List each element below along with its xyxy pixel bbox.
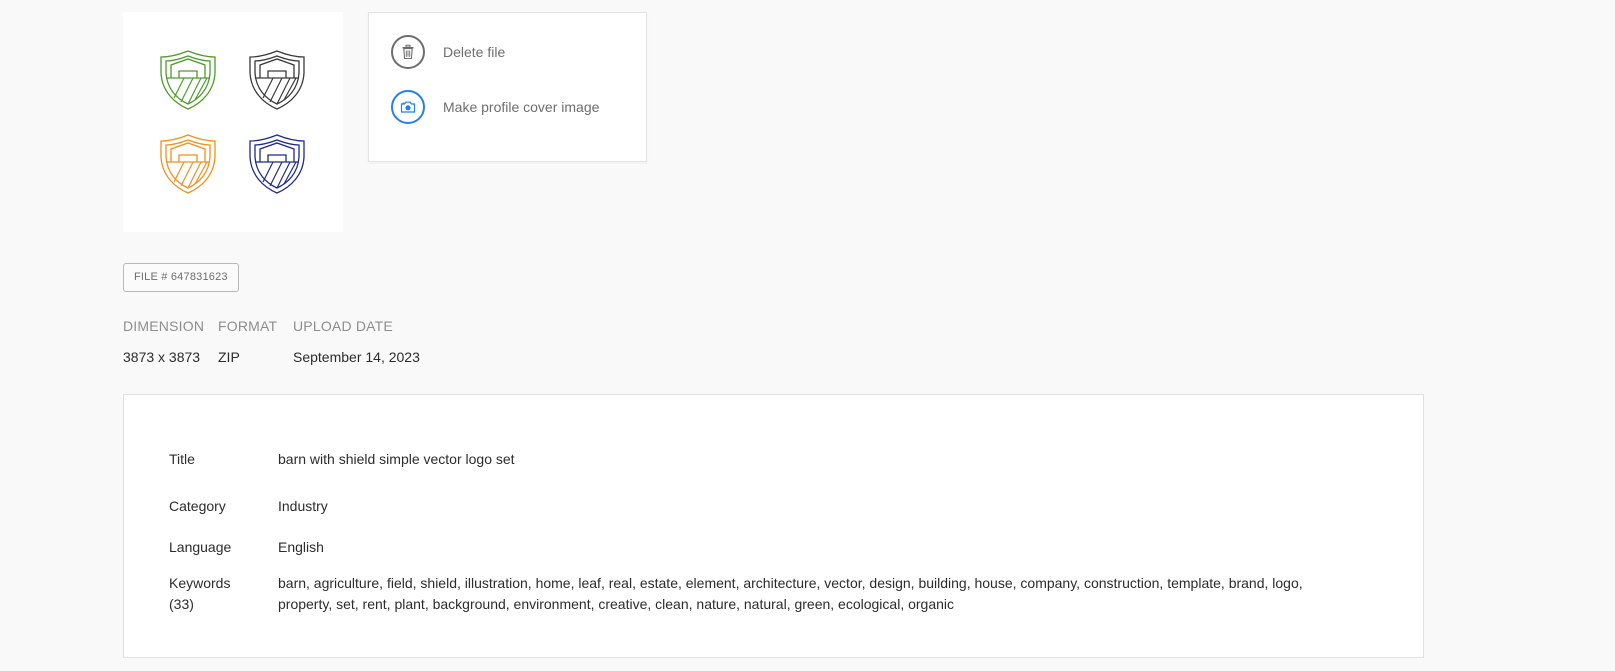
format-value: ZIP	[218, 349, 240, 365]
file-number-badge: FILE # 647831623	[123, 263, 239, 292]
upload-date-column: UPLOAD DATE September 14, 2023	[293, 318, 420, 365]
keywords-key: Keywords (33)	[169, 573, 278, 615]
delete-file-button[interactable]: Delete file	[391, 35, 505, 69]
green-barn-icon	[160, 50, 216, 110]
camera-icon	[391, 90, 425, 124]
keywords-row: Keywords (33) barn, agriculture, field, …	[169, 573, 1318, 615]
dimension-column: DIMENSION 3873 x 3873	[123, 318, 204, 365]
title-key: Title	[169, 451, 195, 467]
category-row: Category Industry	[169, 496, 1318, 517]
format-column: FORMAT ZIP	[218, 318, 277, 365]
keywords-label: Keywords	[169, 575, 231, 591]
upload-date-header: UPLOAD DATE	[293, 318, 393, 334]
navy-barn-icon	[249, 134, 305, 194]
category-value: Industry	[278, 498, 328, 514]
orange-barn-icon	[160, 134, 216, 194]
dimension-value: 3873 x 3873	[123, 349, 201, 365]
dimension-header: DIMENSION	[123, 318, 205, 334]
format-header: FORMAT	[218, 318, 278, 334]
black-barn-icon	[249, 50, 305, 110]
make-profile-cover-label: Make profile cover image	[443, 99, 600, 115]
language-key: Language	[169, 539, 232, 555]
title-value: barn with shield simple vector logo set	[278, 451, 515, 467]
file-details-card: Title barn with shield simple vector log…	[123, 394, 1424, 658]
file-actions-panel: Delete file Make profile cover image	[368, 12, 647, 162]
category-key: Category	[169, 498, 226, 514]
upload-date-value: September 14, 2023	[293, 349, 420, 365]
keywords-value: barn, agriculture, field, shield, illust…	[278, 575, 1303, 612]
title-row: Title barn with shield simple vector log…	[169, 449, 1318, 470]
file-thumbnail[interactable]	[123, 12, 343, 232]
make-profile-cover-button[interactable]: Make profile cover image	[391, 90, 599, 124]
language-value: English	[278, 539, 324, 555]
barn-shield-logo-set	[160, 50, 305, 194]
keywords-count: (33)	[169, 596, 194, 612]
language-row: Language English	[169, 537, 1318, 558]
delete-file-label: Delete file	[443, 44, 506, 60]
trash-icon	[391, 35, 425, 69]
